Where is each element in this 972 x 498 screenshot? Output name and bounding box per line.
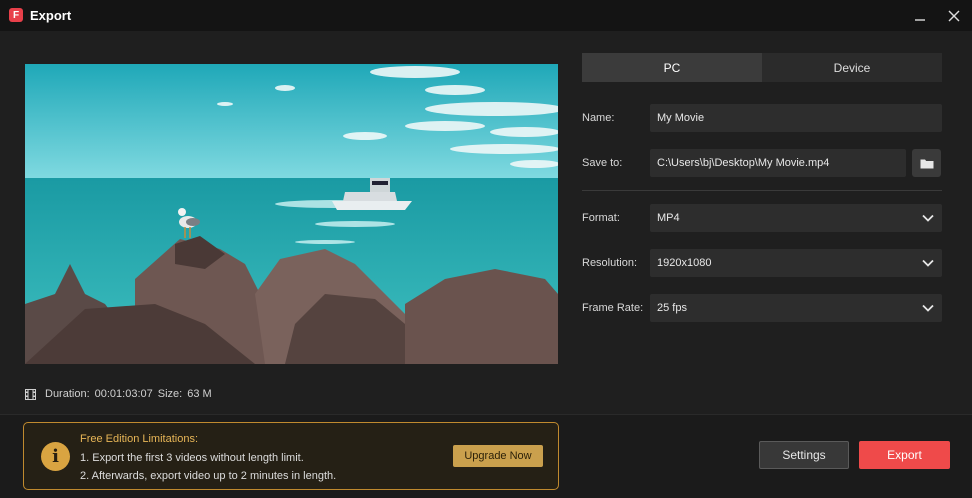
duration-label: Duration: [45,388,90,400]
video-preview [25,64,558,364]
format-select[interactable]: MP4 [650,204,942,232]
resolution-select[interactable]: 1920x1080 [650,249,942,277]
tab-device[interactable]: Device [762,53,942,82]
size-label: Size: [157,388,183,400]
name-label: Name: [582,112,615,124]
preview-info-row: Duration: 00:01:03:07 Size: 63 M [25,387,217,401]
frame-rate-label: Frame Rate: [582,302,644,314]
notice-line-2: 2. Afterwards, export video up to 2 minu… [80,470,337,482]
save-path-field[interactable]: C:\Users\bj\Desktop\My Movie.mp4 [650,149,906,177]
notice-line-1: 1. Export the first 3 videos without len… [80,452,304,464]
frame-rate-value: 25 fps [657,302,687,314]
name-field[interactable]: My Movie [650,104,942,132]
info-icon: i [41,442,70,471]
notice-title: Free Edition Limitations: [80,433,198,445]
format-label: Format: [582,212,620,224]
upgrade-now-button[interactable]: Upgrade Now [453,445,543,467]
resolution-value: 1920x1080 [657,257,712,269]
duration-value: 00:01:03:07 [94,388,153,400]
minimize-icon[interactable] [909,6,931,26]
chevron-down-icon [922,259,934,267]
format-value: MP4 [657,212,680,224]
settings-button[interactable]: Settings [759,441,849,469]
tab-pc[interactable]: PC [582,53,762,82]
window-title: Export [30,8,72,23]
form-divider [582,190,942,191]
browse-folder-button[interactable] [912,149,941,177]
film-icon [25,388,36,400]
chevron-down-icon [922,214,934,222]
free-edition-notice: i Free Edition Limitations: 1. Export th… [23,422,559,490]
app-logo-icon: F [9,8,23,22]
size-value: 63 M [187,388,212,400]
chevron-down-icon [922,304,934,312]
save-to-label: Save to: [582,157,623,169]
frame-rate-select[interactable]: 25 fps [650,294,942,322]
resolution-label: Resolution: [582,257,638,269]
title-bar: F Export [0,0,972,31]
folder-icon [920,159,933,168]
target-tabs: PC Device [582,53,942,82]
export-button[interactable]: Export [859,441,950,469]
close-icon[interactable] [943,6,965,26]
